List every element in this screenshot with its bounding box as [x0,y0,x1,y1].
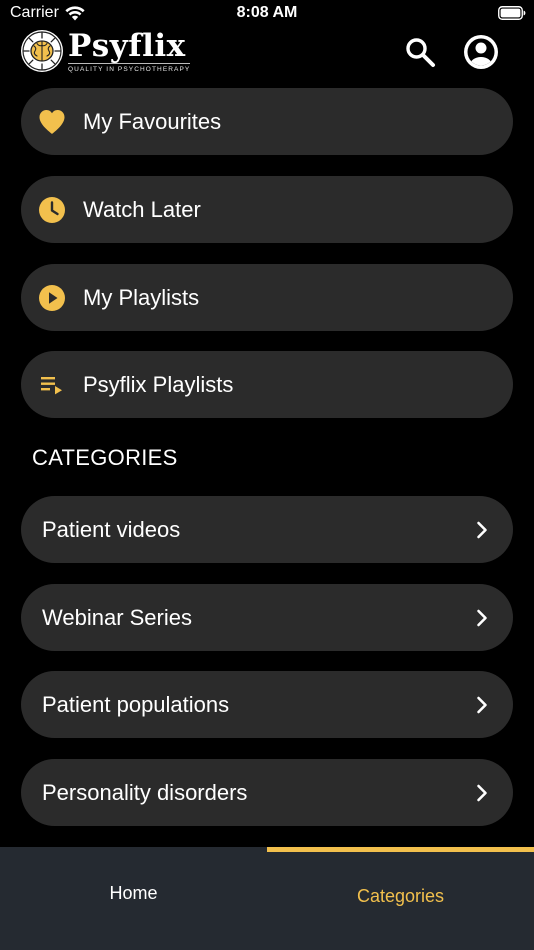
chevron-right-icon [473,784,491,802]
watch-later-button[interactable]: Watch Later [21,176,513,243]
tab-label: Home [109,883,158,903]
status-time: 8:08 AM [236,4,298,21]
play-circle-icon [38,284,66,312]
psyflix-logo[interactable]: Psyflix QUALITY IN PSYCHOTHERAPY [20,27,191,74]
categories-heading: CATEGORIES [32,445,178,470]
account-circle-icon [464,35,498,69]
search-icon [406,38,435,67]
category-label: Patient populations [42,691,230,717]
chevron-right-icon [473,521,491,539]
logo-name: Psyflix [68,27,186,64]
battery-icon [498,6,526,20]
brain-logo-icon [21,30,63,72]
logo-tagline: QUALITY IN PSYCHOTHERAPY [68,62,191,73]
category-patient-videos[interactable]: Patient videos [21,496,513,563]
pill-label: Watch Later [83,196,201,222]
tab-bar: Home Categories [0,847,534,950]
heart-icon [38,108,66,136]
pill-label: My Playlists [83,284,200,310]
playlist-icon [38,371,66,399]
chevron-right-icon [473,696,491,714]
active-tab-indicator [267,847,534,852]
category-label: Personality disorders [42,779,248,805]
psyflix-playlists-button[interactable]: Psyflix Playlists [21,351,513,418]
my-playlists-button[interactable]: My Playlists [21,264,513,331]
category-label: Patient videos [42,516,181,542]
search-button[interactable] [402,34,438,70]
my-favourites-button[interactable]: My Favourites [21,88,513,155]
category-personality-disorders[interactable]: Personality disorders [21,759,513,826]
tab-home[interactable]: Home [0,847,267,950]
logo-text: Psyflix QUALITY IN PSYCHOTHERAPY [68,27,191,73]
status-bar: Carrier 8:08 AM [0,0,534,28]
app-header: Psyflix QUALITY IN PSYCHOTHERAPY [0,28,534,76]
chevron-right-icon [473,609,491,627]
category-label: Webinar Series [42,604,192,630]
pill-label: My Favourites [83,108,222,134]
category-patient-populations[interactable]: Patient populations [21,671,513,738]
category-webinar-series[interactable]: Webinar Series [21,584,513,651]
tab-label: Categories [356,886,445,906]
tab-categories[interactable]: Categories [267,847,534,950]
clock-icon [38,196,66,224]
account-button[interactable] [462,33,500,71]
pill-label: Psyflix Playlists [83,371,234,397]
